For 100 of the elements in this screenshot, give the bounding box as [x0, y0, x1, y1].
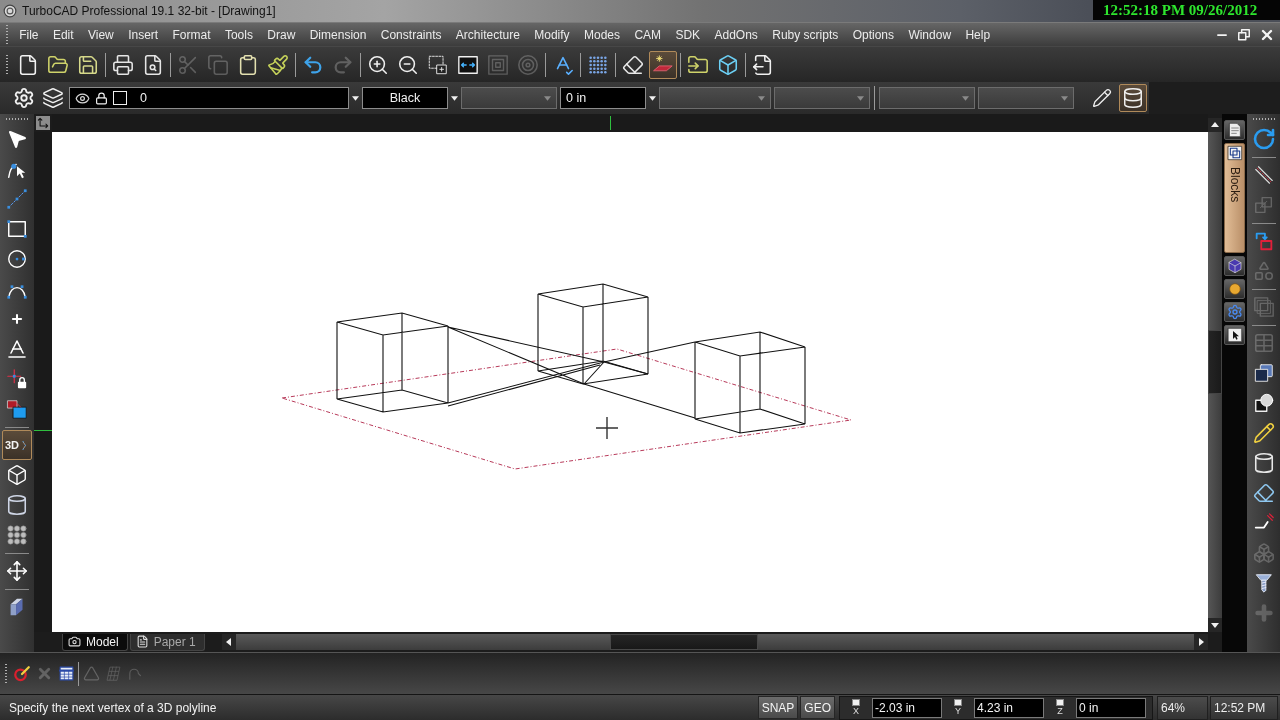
square-toggle-icon[interactable] — [852, 699, 860, 706]
copy-icon — [207, 53, 229, 76]
menu-item[interactable]: CAM — [627, 27, 669, 42]
app-logo-icon — [3, 4, 17, 18]
pencil-icon — [1252, 422, 1275, 444]
frame-arrows-icon — [457, 53, 479, 76]
cube-icon — [6, 464, 28, 486]
save-icon — [77, 53, 99, 76]
dropdown-caret-icon[interactable] — [649, 94, 656, 102]
menu-item[interactable]: Dimension — [302, 27, 374, 42]
restore-icon[interactable] — [1237, 27, 1251, 42]
dropdown-caret-icon — [758, 94, 765, 102]
dock-tab[interactable] — [1224, 325, 1245, 345]
scroll-right-icon[interactable] — [1194, 634, 1208, 650]
vertical-scrollbar[interactable] — [1208, 118, 1222, 632]
crosshair-cursor-icon — [595, 416, 619, 440]
menu-item[interactable]: Options — [845, 27, 902, 42]
coordinate-field[interactable]: -2.03 in — [872, 697, 942, 718]
menu-item[interactable]: View — [80, 27, 121, 42]
checkered-icon — [104, 665, 122, 682]
command-prompt: Specify the next vertex of a 3D polyline — [9, 700, 217, 715]
toolbar-button[interactable] — [1119, 84, 1147, 112]
toolbar-button[interactable]: 3D — [2, 430, 32, 460]
dropdown-caret-icon — [962, 94, 969, 102]
dropdown-caret-icon — [1061, 94, 1068, 102]
paintbrush-icon — [267, 53, 289, 76]
rotate-arrow-icon — [1251, 127, 1276, 151]
menu-item[interactable]: Modify — [527, 27, 577, 42]
toolbar-button[interactable] — [40, 85, 66, 111]
status-toggle-button[interactable]: GEO — [800, 696, 835, 719]
menu-item[interactable]: Ruby scripts — [765, 27, 846, 42]
scroll-up-icon[interactable] — [1208, 118, 1222, 132]
menu-item[interactable]: Edit — [45, 27, 81, 42]
crosshair-lock-icon — [6, 368, 28, 390]
coordinate-field[interactable]: 4.23 in — [974, 697, 1044, 718]
dot-grid-icon — [587, 53, 609, 76]
dock-tab[interactable] — [1224, 279, 1245, 299]
axis-label: Y — [955, 707, 961, 716]
dashed-frame-icon — [427, 53, 449, 76]
cube-icon — [1226, 258, 1243, 274]
shapes-icon — [1252, 260, 1275, 282]
coordinate-field[interactable]: 0 in — [1076, 697, 1146, 718]
dock-tab[interactable]: Blocks — [1224, 143, 1245, 253]
menu-item[interactable]: SDK — [668, 27, 708, 42]
camera-icon — [68, 635, 81, 648]
plus-icon — [10, 312, 24, 326]
scrollbar-thumb[interactable] — [610, 634, 758, 650]
document-icon — [135, 635, 149, 648]
scroll-down-icon[interactable] — [1208, 618, 1222, 632]
sheet-tab[interactable]: Paper 1 — [129, 633, 205, 651]
menu-item[interactable]: File — [12, 27, 46, 42]
axis-corner-icon[interactable] — [36, 116, 50, 130]
square-toggle-icon[interactable] — [954, 699, 962, 706]
menu-item[interactable]: Window — [901, 27, 959, 42]
cube-icon — [717, 53, 739, 76]
menu-item[interactable]: Insert — [120, 27, 166, 42]
menu-item[interactable]: Draw — [260, 27, 303, 42]
dropdown-caret-icon[interactable] — [352, 94, 359, 102]
window-title: TurboCAD Professional 19.1 32-bit - [Drawing1] — [22, 4, 276, 18]
dock-tab[interactable] — [1224, 120, 1245, 140]
sheet-tab[interactable]: Model — [62, 633, 128, 651]
cube-sphere-icon — [1252, 392, 1275, 414]
menu-item[interactable]: Format — [165, 27, 218, 42]
recording-clock: 12:52:18 PM 09/26/2012 — [1093, 0, 1280, 20]
cylinder-icon — [1252, 452, 1275, 474]
zoom-in-icon — [367, 53, 389, 76]
overlapping-squares-icon — [1252, 296, 1275, 318]
menu-item[interactable]: Modes — [576, 27, 628, 42]
stack-icon — [1122, 87, 1144, 109]
layer-dropdown[interactable]: 0 — [69, 87, 349, 109]
document-arrow-icon — [752, 53, 774, 76]
cursor-marker — [34, 430, 52, 431]
overlapping-cubes-icon — [1252, 362, 1275, 384]
settings-icon — [13, 87, 35, 109]
menu-item[interactable]: Tools — [217, 27, 261, 42]
triangle-icon — [82, 665, 100, 682]
new-document-icon — [17, 53, 39, 76]
scrollbar-thumb[interactable] — [1208, 330, 1222, 394]
status-toggle-button[interactable]: SNAP — [757, 696, 799, 719]
framed-squares-icon — [1226, 145, 1243, 161]
scroll-left-icon[interactable] — [222, 634, 236, 650]
rectangle-icon — [6, 218, 28, 240]
layers-icon — [42, 87, 64, 109]
color-dropdown[interactable]: Black — [362, 87, 448, 109]
document-search-icon — [142, 53, 164, 76]
value-field[interactable]: 0 in — [560, 87, 646, 109]
letter-a-icon — [5, 337, 29, 361]
square-toggle-icon[interactable] — [1056, 699, 1064, 706]
menu-item[interactable]: Architecture — [448, 27, 528, 42]
dropdown-caret-icon — [544, 94, 551, 102]
pencil-icon — [1092, 88, 1112, 108]
horizontal-scrollbar[interactable] — [222, 634, 1208, 650]
menu-item[interactable]: Help — [958, 27, 998, 42]
pointer-frame-icon — [1226, 327, 1243, 343]
ring-pencil-icon — [13, 664, 31, 683]
table-icon — [1252, 332, 1275, 354]
menu-item[interactable]: AddOns — [707, 27, 766, 42]
dropdown-caret-icon[interactable] — [451, 94, 458, 102]
menu-item[interactable]: Constraints — [373, 27, 449, 42]
color-squares-icon — [6, 398, 28, 420]
